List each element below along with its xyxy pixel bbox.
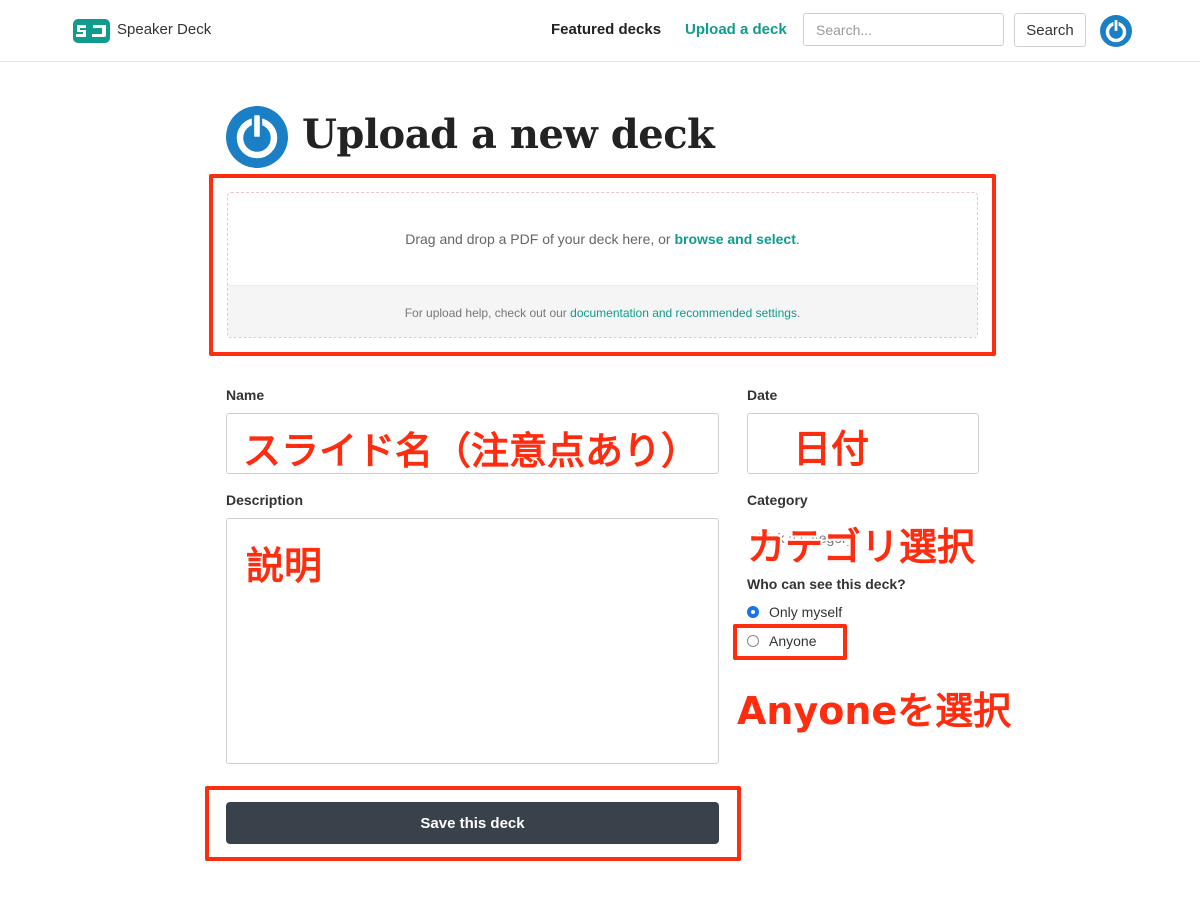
page-title: Upload a new deck (302, 111, 715, 158)
description-label: Description (226, 492, 304, 508)
date-annotation: 日付 (793, 427, 870, 471)
only-myself-label: Only myself (769, 604, 843, 620)
only-myself-radio[interactable] (747, 606, 759, 618)
description-annotation: 説明 (246, 544, 323, 588)
drop-text-end: . (795, 231, 800, 247)
date-label: Date (747, 387, 778, 403)
pdf-dropzone[interactable]: Drag and drop a PDF of your deck here, o… (227, 192, 978, 338)
name-annotation: スライド名（注意点あり） (243, 429, 700, 473)
help-text: For upload help, check out our (404, 306, 571, 320)
brand-name[interactable]: Speaker Deck (117, 21, 211, 38)
top-navigation-bar: Speaker Deck Featured decks Upload a dec… (0, 0, 1200, 62)
user-avatar-icon[interactable] (1100, 15, 1132, 47)
search-input[interactable] (803, 13, 1004, 46)
name-label: Name (226, 387, 265, 403)
visibility-option-only-myself[interactable]: Only myself (747, 604, 842, 620)
user-avatar-large-icon (226, 106, 288, 168)
speaker-deck-logo-icon[interactable] (73, 19, 110, 43)
nav-featured-decks-link[interactable]: Featured decks (551, 21, 661, 38)
search-button[interactable]: Search (1014, 13, 1086, 47)
category-label: Category (747, 492, 808, 508)
anyone-annotation: Anyoneを選択 (737, 689, 1012, 733)
visibility-option-anyone[interactable]: Anyone (747, 633, 816, 649)
anyone-radio[interactable] (747, 635, 759, 647)
browse-and-select-link[interactable]: browse and select (674, 231, 795, 247)
save-deck-button[interactable]: Save this deck (226, 802, 719, 844)
upload-help: For upload help, check out our documenta… (228, 285, 977, 337)
drop-text: Drag and drop a PDF of your deck here, o… (405, 231, 675, 247)
documentation-link[interactable]: documentation and recommended settings (570, 306, 797, 320)
visibility-label: Who can see this deck? (747, 576, 906, 592)
help-text-end: . (796, 306, 801, 320)
dropzone-instructions: Drag and drop a PDF of your deck here, o… (228, 193, 977, 285)
category-annotation: カテゴリ選択 (747, 525, 976, 569)
nav-upload-deck-link[interactable]: Upload a deck (685, 21, 787, 38)
anyone-label: Anyone (769, 633, 817, 649)
